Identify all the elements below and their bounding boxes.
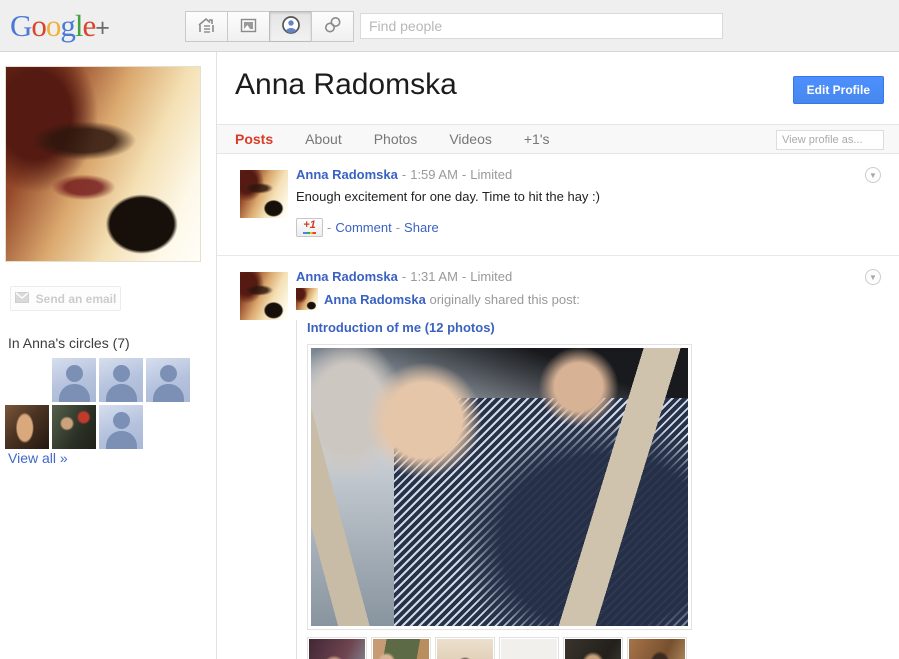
- circle-avatar-silhouette[interactable]: [99, 405, 143, 449]
- tab-videos[interactable]: Videos: [449, 131, 492, 147]
- album-thumbnail-paper[interactable]: [499, 637, 559, 659]
- tab-about[interactable]: About: [305, 131, 342, 147]
- circles-avatar-grid: [5, 358, 205, 452]
- send-email-label: Send an email: [36, 292, 117, 306]
- circle-avatar-silhouette[interactable]: [52, 358, 96, 402]
- edit-profile-button[interactable]: Edit Profile: [793, 76, 884, 104]
- shared-post-block: Introduction of me (12 photos): [296, 320, 879, 659]
- post-options-dropdown[interactable]: ▼: [865, 269, 881, 285]
- circle-avatar-silhouette[interactable]: [99, 358, 143, 402]
- tab-plus-ones[interactable]: +1's: [524, 131, 550, 147]
- reshare-author-avatar[interactable]: [296, 288, 318, 310]
- view-all-link[interactable]: View all »: [8, 450, 68, 466]
- reshare-text: originally shared this post:: [430, 292, 580, 307]
- envelope-icon: [15, 292, 29, 306]
- post-header-line: Anna Radomska-1:31 AM-Limited: [296, 269, 879, 284]
- reshare-attribution: Anna Radomska originally shared this pos…: [296, 288, 879, 310]
- nav-photos-button[interactable]: [227, 11, 270, 42]
- stream-icon: [197, 16, 216, 38]
- top-bar: Google+: [0, 0, 899, 52]
- circle-avatar-man-dark[interactable]: [5, 358, 49, 402]
- nav-circles-button[interactable]: [311, 11, 354, 42]
- album-thumbnails: [307, 637, 879, 659]
- post-author-link[interactable]: Anna Radomska: [296, 269, 398, 284]
- tab-photos[interactable]: Photos: [374, 131, 418, 147]
- post-item: ▼ Anna Radomska-1:59 AM-Limited Enough e…: [217, 154, 899, 255]
- separator: -: [458, 269, 470, 284]
- share-link[interactable]: Share: [404, 220, 439, 235]
- photos-icon: [239, 16, 258, 38]
- post-header-line: Anna Radomska-1:59 AM-Limited: [296, 167, 879, 182]
- profile-photo[interactable]: [5, 66, 201, 262]
- profile-sidebar: Send an email In Anna's circles (7) View…: [0, 52, 217, 659]
- separator: -: [398, 269, 410, 284]
- circle-avatar-man-cap[interactable]: [52, 405, 96, 449]
- post-item: ▼ Anna Radomska-1:31 AM-Limited Anna Rad…: [217, 255, 899, 659]
- send-email-button[interactable]: Send an email: [10, 286, 121, 311]
- post-author-link[interactable]: Anna Radomska: [296, 167, 398, 182]
- tab-posts[interactable]: Posts: [235, 131, 273, 147]
- chevron-down-icon: ▼: [869, 273, 877, 282]
- profile-icon: [281, 15, 301, 38]
- logo-plus-sign: +: [95, 14, 109, 42]
- album-photo-image: [311, 348, 688, 626]
- post-timestamp[interactable]: 1:59 AM: [410, 167, 458, 182]
- reshare-author-link[interactable]: Anna Radomska: [324, 292, 426, 307]
- plus-one-button[interactable]: +1: [296, 218, 323, 237]
- post-options-dropdown[interactable]: ▼: [865, 167, 881, 183]
- post-text: Enough excitement for one day. Time to h…: [296, 189, 879, 204]
- post-visibility[interactable]: Limited: [470, 167, 512, 182]
- post-timestamp[interactable]: 1:31 AM: [410, 269, 458, 284]
- nav-stream-button[interactable]: [185, 11, 228, 42]
- circles-heading: In Anna's circles (7): [8, 335, 130, 351]
- find-people-search-input[interactable]: [360, 13, 723, 39]
- circle-avatar-finger[interactable]: [5, 405, 49, 449]
- post-visibility[interactable]: Limited: [470, 269, 512, 284]
- circle-avatar-silhouette[interactable]: [146, 358, 190, 402]
- post-body: Anna Radomska-1:31 AM-Limited Anna Radom…: [296, 269, 879, 659]
- album-thumbnail-portrait-cream[interactable]: [435, 637, 495, 659]
- post-body: Anna Radomska-1:59 AM-Limited Enough exc…: [296, 167, 879, 237]
- album-title-link[interactable]: Introduction of me (12 photos): [307, 320, 495, 335]
- plus-one-color-bar: [303, 232, 316, 234]
- google-plus-logo[interactable]: Google+: [10, 8, 109, 44]
- separator: -: [323, 220, 335, 235]
- page-title: Anna Radomska: [235, 68, 457, 102]
- post-author-avatar[interactable]: [240, 170, 288, 218]
- album-thumbnail-portrait-dark[interactable]: [307, 637, 367, 659]
- main-content: Anna Radomska Edit Profile Posts About P…: [217, 52, 899, 659]
- album-photo[interactable]: [307, 344, 692, 630]
- google-plus-profile-page: Google+: [0, 0, 899, 659]
- comment-link[interactable]: Comment: [335, 220, 391, 235]
- main-navigation: [185, 11, 354, 42]
- view-profile-as-input[interactable]: [776, 130, 884, 150]
- profile-tab-bar: Posts About Photos Videos +1's: [217, 124, 899, 154]
- separator: -: [392, 220, 404, 235]
- nav-profile-button[interactable]: [269, 11, 312, 42]
- album-thumbnail-face-glasses[interactable]: [563, 637, 623, 659]
- plus-one-label: +1: [303, 220, 316, 231]
- separator: -: [398, 167, 410, 182]
- circles-icon: [323, 15, 343, 38]
- chevron-down-icon: ▼: [869, 171, 877, 180]
- album-thumbnail-two-people[interactable]: [371, 637, 431, 659]
- post-actions: +1 - Comment - Share: [296, 218, 879, 237]
- album-thumbnail-portrait-warm[interactable]: [627, 637, 687, 659]
- separator: -: [458, 167, 470, 182]
- profile-header: Anna Radomska Edit Profile: [217, 52, 899, 124]
- post-author-avatar[interactable]: [240, 272, 288, 320]
